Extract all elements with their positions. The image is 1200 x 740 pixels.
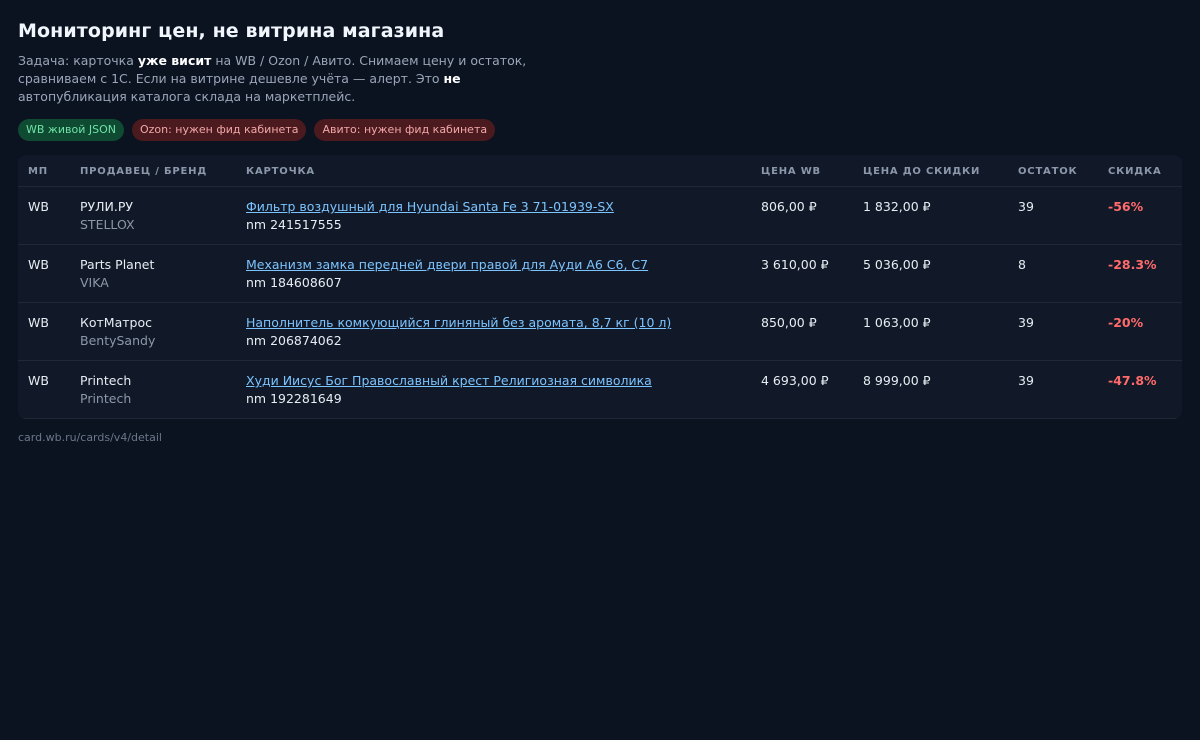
brand-name: VIKA: [80, 275, 109, 290]
product-nm: nm 184608607: [246, 275, 342, 290]
page-description: Задача: карточка уже висит на WB / Ozon …: [18, 52, 538, 106]
col-header-stock: ОСТАТОК: [1008, 155, 1098, 187]
desc-bold-2: не: [443, 71, 461, 86]
cell-old-price: 1 063,00 ₽: [853, 302, 1008, 361]
product-link[interactable]: Механизм замка передней двери правой для…: [246, 257, 648, 272]
cell-price: 850,00 ₽: [751, 302, 853, 361]
cell-stock: 8: [1008, 244, 1098, 303]
table-row: WB КотМатрос BentySandy Наполнитель комк…: [18, 302, 1182, 361]
badge-avito: Авито: нужен фид кабинета: [314, 119, 496, 141]
badge-wb: WB живой JSON: [18, 119, 124, 141]
seller-name: Parts Planet: [80, 257, 155, 272]
cell-discount: -47.8%: [1098, 360, 1182, 419]
cell-card: Фильтр воздушный для Hyundai Santa Fe 3 …: [236, 186, 751, 245]
product-nm: nm 192281649: [246, 391, 342, 406]
cell-card: Худи Иисус Бог Православный крест Религи…: [236, 360, 751, 419]
page: Мониторинг цен, не витрина магазина Зада…: [0, 0, 1200, 444]
desc-bold-1: уже висит: [137, 53, 212, 68]
table-row: WB Parts Planet VIKA Механизм замка пере…: [18, 244, 1182, 303]
col-header-card: КАРТОЧКА: [236, 155, 751, 187]
seller-name: КотМатрос: [80, 315, 152, 330]
product-nm: nm 206874062: [246, 333, 342, 348]
col-header-seller: ПРОДАВЕЦ / БРЕНД: [70, 155, 236, 187]
cell-mp: WB: [18, 302, 70, 361]
price-table-card: МП ПРОДАВЕЦ / БРЕНД КАРТОЧКА ЦЕНА WB ЦЕН…: [18, 155, 1182, 419]
seller-name: Printech: [80, 373, 132, 388]
cell-price: 3 610,00 ₽: [751, 244, 853, 303]
status-badges: WB живой JSON Ozon: нужен фид кабинета А…: [18, 119, 1182, 141]
cell-seller: КотМатрос BentySandy: [70, 302, 236, 361]
cell-seller: Parts Planet VIKA: [70, 244, 236, 303]
product-link[interactable]: Фильтр воздушный для Hyundai Santa Fe 3 …: [246, 199, 614, 214]
badge-ozon: Ozon: нужен фид кабинета: [131, 119, 307, 141]
col-header-mp: МП: [18, 155, 70, 187]
cell-stock: 39: [1008, 302, 1098, 361]
cell-old-price: 1 832,00 ₽: [853, 186, 1008, 245]
table-row: WB Printech Printech Худи Иисус Бог Прав…: [18, 360, 1182, 419]
cell-discount: -56%: [1098, 186, 1182, 245]
cell-card: Механизм замка передней двери правой для…: [236, 244, 751, 303]
desc-text-3: автопубликация каталога склада на маркет…: [18, 89, 356, 104]
table-header-row: МП ПРОДАВЕЦ / БРЕНД КАРТОЧКА ЦЕНА WB ЦЕН…: [18, 155, 1182, 187]
cell-price: 4 693,00 ₽: [751, 360, 853, 419]
col-header-price: ЦЕНА WB: [751, 155, 853, 187]
cell-mp: WB: [18, 244, 70, 303]
product-link[interactable]: Наполнитель комкующийся глиняный без аро…: [246, 315, 671, 330]
page-title: Мониторинг цен, не витрина магазина: [18, 20, 445, 42]
desc-text-1: Задача: карточка: [18, 53, 138, 68]
cell-old-price: 8 999,00 ₽: [853, 360, 1008, 419]
cell-card: Наполнитель комкующийся глиняный без аро…: [236, 302, 751, 361]
seller-name: РУЛИ.РУ: [80, 199, 134, 214]
cell-stock: 39: [1008, 360, 1098, 419]
cell-seller: РУЛИ.РУ STELLOX: [70, 186, 236, 245]
cell-mp: WB: [18, 186, 70, 245]
brand-name: Printech: [80, 391, 132, 406]
price-table: МП ПРОДАВЕЦ / БРЕНД КАРТОЧКА ЦЕНА WB ЦЕН…: [18, 155, 1182, 419]
cell-seller: Printech Printech: [70, 360, 236, 419]
brand-name: STELLOX: [80, 217, 135, 232]
cell-old-price: 5 036,00 ₽: [853, 244, 1008, 303]
brand-name: BentySandy: [80, 333, 156, 348]
source-url: card.wb.ru/cards/v4/detail: [18, 431, 162, 444]
cell-price: 806,00 ₽: [751, 186, 853, 245]
cell-discount: -28.3%: [1098, 244, 1182, 303]
col-header-discount: СКИДКА: [1098, 155, 1182, 187]
cell-mp: WB: [18, 360, 70, 419]
product-link[interactable]: Худи Иисус Бог Православный крест Религи…: [246, 373, 652, 388]
cell-stock: 39: [1008, 186, 1098, 245]
table-row: WB РУЛИ.РУ STELLOX Фильтр воздушный для …: [18, 186, 1182, 245]
cell-discount: -20%: [1098, 302, 1182, 361]
col-header-old-price: ЦЕНА ДО СКИДКИ: [853, 155, 1008, 187]
product-nm: nm 241517555: [246, 217, 342, 232]
